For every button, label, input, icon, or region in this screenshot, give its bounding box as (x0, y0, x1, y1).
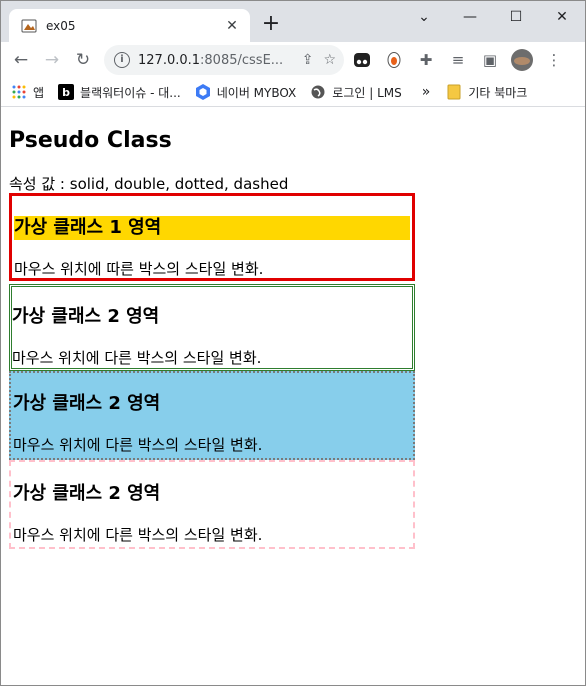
pseudo-class-box-4-dashed[interactable]: 가상 클래스 2 영역 마우스 위치에 다른 박스의 스타일 변화. (9, 460, 415, 549)
box-heading: 가상 클래스 1 영역 (14, 216, 410, 240)
profile-avatar[interactable] (508, 46, 536, 74)
new-tab-button[interactable]: + (259, 13, 283, 37)
bookmark-star-icon[interactable]: ☆ (323, 52, 336, 68)
extensions-puzzle-icon[interactable]: ✚ (412, 46, 440, 74)
box-text: 마우스 위치에 다른 박스의 스타일 변화. (13, 526, 263, 544)
bookmark-label: 앱 (33, 85, 45, 100)
page-favicon-icon (21, 18, 37, 34)
page-title: Pseudo Class (9, 128, 172, 153)
minimize-button[interactable]: — (447, 1, 493, 33)
box-text: 마우스 위치에 다른 박스의 스타일 변화. (12, 349, 262, 367)
cube-icon (195, 84, 211, 100)
other-bookmarks[interactable]: 기타 북마크 (446, 84, 527, 101)
pseudo-class-box-2-double[interactable]: 가상 클래스 2 영역 마우스 위치에 다른 박스의 스타일 변화. (9, 284, 415, 371)
apps-icon (11, 84, 27, 100)
other-bookmarks-label: 기타 북마크 (468, 85, 528, 100)
bookmark-label: 블랙워터이슈 - 대... (80, 85, 181, 100)
url-text: 127.0.0.1:8085/cssE... (138, 52, 284, 68)
tab-ex05[interactable]: ex05 ✕ (9, 9, 250, 42)
address-bar[interactable]: i 127.0.0.1:8085/cssE... ⇪ ☆ (104, 45, 344, 75)
globe-icon (310, 84, 326, 100)
bookmark-label: 로그인 | LMS (332, 85, 402, 100)
window-controls: ⌄ — ☐ ✕ (401, 1, 585, 33)
bookmarks-overflow-button[interactable]: » (422, 84, 431, 100)
bookmark-lms[interactable]: 로그인 | LMS (310, 84, 402, 101)
b-logo-icon: b (58, 84, 75, 100)
browser-toolbar: ← → ↻ i 127.0.0.1:8085/cssE... ⇪ ☆ ✚ ≡ ▣… (1, 42, 585, 78)
pseudo-class-box-1-solid[interactable]: 가상 클래스 1 영역 마우스 위치에 따른 박스의 스타일 변화. (9, 193, 415, 281)
box-heading: 가상 클래스 2 영역 (13, 483, 161, 504)
side-panel-icon[interactable]: ▣ (476, 46, 504, 74)
box-text: 마우스 위치에 다른 박스의 스타일 변화. (13, 436, 263, 454)
tab-close-icon[interactable]: ✕ (224, 18, 240, 34)
maximize-button[interactable]: ☐ (493, 1, 539, 33)
media-queue-icon[interactable]: ≡ (444, 46, 472, 74)
site-info-icon[interactable]: i (114, 52, 130, 68)
bookmarks-bar: 앱 b 블랙워터이슈 - 대... 네이버 MYBOX 로그인 | LMS » … (1, 78, 585, 107)
tab-search-chevron-down-icon[interactable]: ⌄ (401, 1, 447, 33)
page-content: Pseudo Class 속성 값 : solid, double, dotte… (1, 128, 585, 549)
tab-strip: ex05 ✕ + ⌄ — ☐ ✕ (1, 1, 585, 42)
box-heading: 가상 클래스 2 영역 (12, 306, 160, 327)
folder-icon (446, 84, 462, 100)
bookmark-label: 네이버 MYBOX (216, 85, 297, 100)
box-heading: 가상 클래스 2 영역 (13, 393, 161, 414)
share-icon[interactable]: ⇪ (302, 52, 314, 68)
extension-orange-icon[interactable] (380, 46, 408, 74)
close-window-button[interactable]: ✕ (539, 1, 585, 33)
pseudo-class-box-3-dotted[interactable]: 가상 클래스 2 영역 마우스 위치에 다른 박스의 스타일 변화. (9, 371, 415, 460)
extension-tampermonkey-icon[interactable] (348, 46, 376, 74)
bookmark-blackwater[interactable]: b 블랙워터이슈 - 대... (58, 84, 181, 101)
tab-title: ex05 (46, 18, 76, 33)
bookmark-mybox[interactable]: 네이버 MYBOX (195, 84, 297, 101)
back-button[interactable]: ← (7, 46, 35, 74)
attribute-values-text: 속성 값 : solid, double, dotted, dashed (9, 175, 289, 193)
reload-button[interactable]: ↻ (69, 46, 97, 74)
forward-button[interactable]: → (38, 46, 66, 74)
menu-kebab-icon[interactable]: ⋮ (540, 46, 568, 74)
box-text: 마우스 위치에 따른 박스의 스타일 변화. (14, 260, 264, 278)
bookmark-apps[interactable]: 앱 (11, 84, 44, 101)
